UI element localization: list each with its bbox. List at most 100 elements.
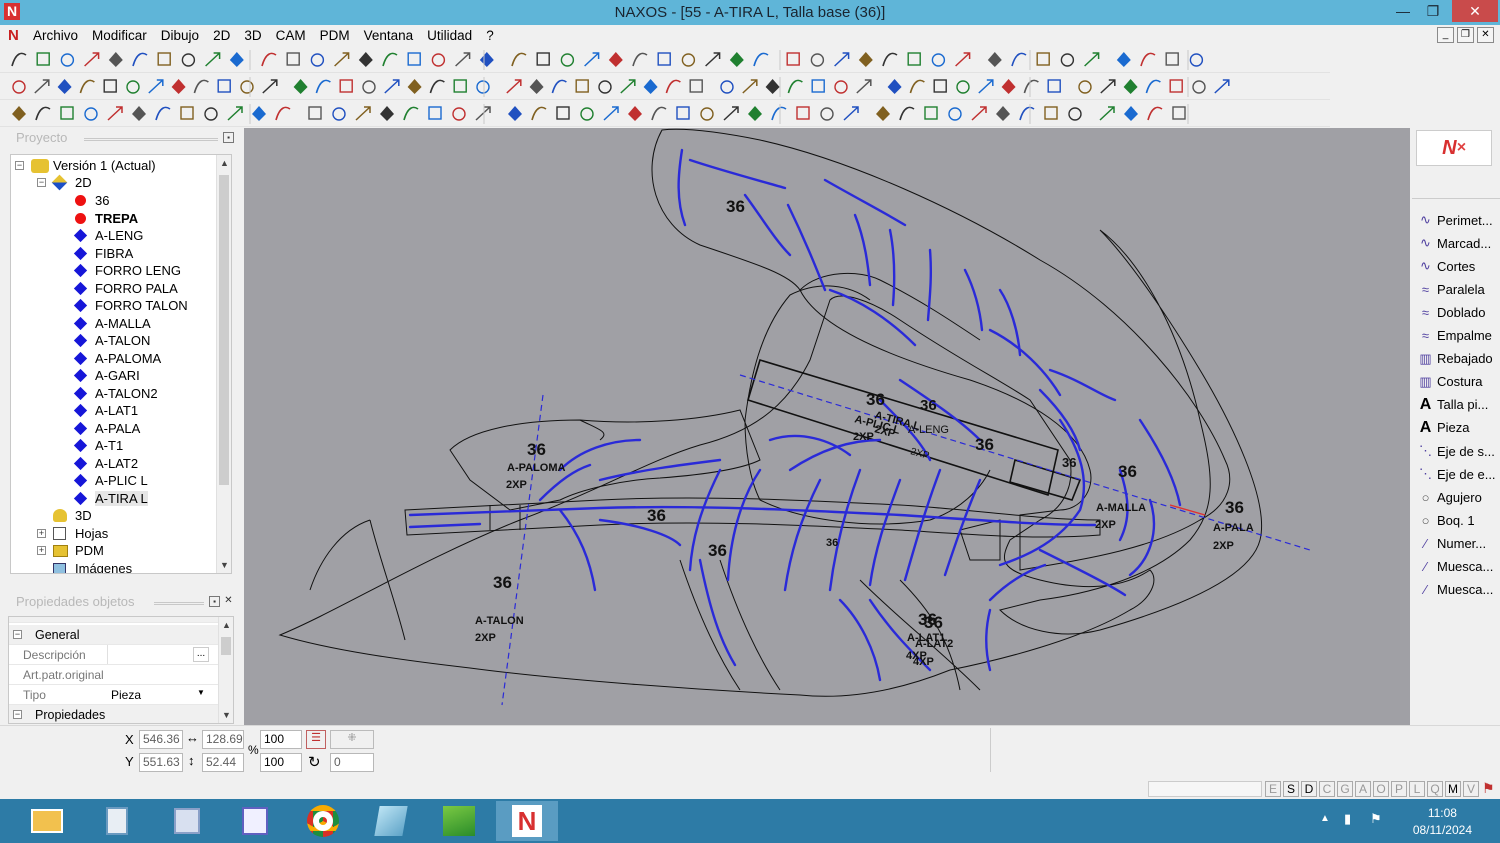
prop-descripcion[interactable]: Descripción ...: [9, 645, 219, 665]
status-toggle[interactable]: L: [1409, 781, 1425, 797]
toolbar-tool-icon[interactable]: [35, 106, 51, 121]
toolbar-tool-icon[interactable]: [108, 52, 123, 67]
toolbar-tool-icon[interactable]: [729, 52, 744, 67]
toolbar-tool-icon[interactable]: [455, 52, 471, 67]
toolbar-tool-icon[interactable]: [529, 79, 544, 94]
menu-item-modificar[interactable]: Modificar: [85, 28, 154, 43]
toolbar-tool-icon[interactable]: [84, 52, 100, 67]
toolbar-tool-icon[interactable]: [204, 107, 218, 121]
toolbar-tool-icon[interactable]: [1124, 106, 1138, 121]
toolbar-tool-icon[interactable]: [382, 52, 398, 67]
toolbar-tool-icon[interactable]: [1140, 52, 1156, 67]
status-toggle[interactable]: E: [1265, 781, 1281, 797]
toolbar-tool-icon[interactable]: [475, 106, 491, 121]
toolbar-tool-icon[interactable]: [955, 52, 971, 67]
layer-item[interactable]: A-LAT1: [73, 402, 138, 419]
toolbar-tool-icon[interactable]: [536, 52, 550, 66]
collapse-icon[interactable]: −: [15, 161, 24, 170]
toolbar-tool-icon[interactable]: [181, 53, 196, 67]
scroll-up-icon[interactable]: ▲: [222, 620, 231, 630]
toolbar-tool-icon[interactable]: [155, 106, 171, 121]
toolbar-tool-icon[interactable]: [1145, 79, 1161, 94]
toolbar-tool-icon[interactable]: [132, 52, 148, 67]
toolbar-tool-icon[interactable]: [57, 79, 72, 94]
toolbar-tool-icon[interactable]: [476, 80, 490, 94]
toolbar-tool-icon[interactable]: [339, 79, 353, 93]
toolbar-tool-icon[interactable]: [315, 79, 331, 94]
toolbar-tool-icon[interactable]: [720, 80, 734, 94]
toolbar-tool-icon[interactable]: [971, 106, 987, 121]
toolbar-tool-icon[interactable]: [240, 80, 254, 94]
toolbar-tool-icon[interactable]: [956, 80, 970, 94]
status-toggle[interactable]: G: [1337, 781, 1353, 797]
drawing-canvas[interactable]: 36 36 36 36 36 36 36 36 36 36 36 36 36 3…: [244, 128, 1410, 725]
tipo-value[interactable]: Pieza: [111, 688, 141, 702]
toolbar-tool-icon[interactable]: [676, 106, 690, 120]
toolbar-tool-icon[interactable]: [252, 106, 266, 121]
toolbar-tool-icon[interactable]: [1044, 106, 1058, 120]
status-toggle[interactable]: Q: [1427, 781, 1443, 797]
scroll-down-icon[interactable]: ▼: [222, 710, 231, 720]
toolbar-tool-icon[interactable]: [681, 53, 696, 67]
toolbar-tool-icon[interactable]: [508, 106, 522, 121]
tree-root-version[interactable]: Versión 1 (Actual): [31, 157, 156, 174]
toolbar-tool-icon[interactable]: [308, 106, 322, 120]
menu-item-dibujo[interactable]: Dibujo: [154, 28, 206, 43]
ellipsis-button[interactable]: ...: [193, 647, 209, 662]
toolbar-tool-icon[interactable]: [36, 52, 50, 66]
toolbar-tool-icon[interactable]: [506, 79, 522, 94]
toolbar-tool-icon[interactable]: [608, 52, 623, 67]
tool-item[interactable]: A Pieza: [1416, 417, 1470, 439]
toolbar-tool-icon[interactable]: [1172, 106, 1186, 120]
toolbar-tool-icon[interactable]: [1147, 106, 1163, 121]
toolbar-tool-icon[interactable]: [796, 106, 810, 120]
status-toggle[interactable]: C: [1319, 781, 1335, 797]
tool-item[interactable]: ○ Boq. 1: [1416, 509, 1475, 531]
toolbar-tool-icon[interactable]: [771, 106, 787, 121]
toolbar-tool-icon[interactable]: [261, 52, 277, 67]
prop-tipo[interactable]: Tipo Pieza ▼: [9, 685, 219, 705]
close-button[interactable]: ✕: [1452, 0, 1498, 22]
grid-icon[interactable]: ⁜: [330, 730, 374, 749]
toolbar-tool-icon[interactable]: [1078, 80, 1092, 94]
tool-item[interactable]: ▥ Rebajado: [1416, 348, 1492, 370]
file-explorer-icon[interactable]: [16, 801, 78, 841]
pin-icon[interactable]: ▪: [223, 132, 234, 143]
signal-icon[interactable]: ▮: [1344, 811, 1351, 827]
toolbar-tool-icon[interactable]: [1011, 52, 1027, 67]
tool-item[interactable]: ∿ Perimet...: [1416, 209, 1493, 231]
layer-item[interactable]: A-PALOMA: [73, 350, 161, 367]
rotate-icon[interactable]: ↻: [308, 753, 321, 771]
layer-item[interactable]: FORRO TALON: [73, 297, 188, 314]
toolbar-tool-icon[interactable]: [1001, 79, 1016, 94]
menu-item-2d[interactable]: 2D: [206, 28, 237, 43]
status-toggle[interactable]: A: [1355, 781, 1371, 797]
menu-item-help[interactable]: ?: [479, 28, 501, 43]
toolbar-tool-icon[interactable]: [407, 52, 421, 66]
app-menu-icon[interactable]: N: [8, 27, 19, 44]
toolbar-tool-icon[interactable]: [403, 106, 419, 121]
toolbar-tool-icon[interactable]: [431, 53, 446, 67]
toolbar-tool-icon[interactable]: [723, 106, 739, 121]
layer-item[interactable]: FIBRA: [73, 245, 133, 262]
section-general[interactable]: − General: [9, 625, 219, 645]
toolbar-icons-1[interactable]: [0, 47, 1330, 73]
toolbar-tool-icon[interactable]: [453, 79, 467, 93]
layer-item[interactable]: TREPA: [75, 210, 138, 227]
toolbar-tool-icon[interactable]: [157, 52, 171, 66]
toolbar-tool-icon[interactable]: [700, 107, 714, 121]
toolbar-tool-icon[interactable]: [560, 53, 575, 67]
toolbar-tool-icon[interactable]: [643, 79, 658, 94]
toolbar-tool-icon[interactable]: [705, 52, 721, 67]
toolbar-tool-icon[interactable]: [834, 80, 848, 94]
tool-item[interactable]: ⋱ Eje de s...: [1416, 440, 1495, 462]
tree-scroll-thumb[interactable]: [219, 175, 229, 485]
tool-item[interactable]: ∿ Marcad...: [1416, 232, 1491, 254]
toolbar-tool-icon[interactable]: [1165, 52, 1179, 66]
tool-item[interactable]: ⋱ Eje de e...: [1416, 463, 1496, 485]
toolbar-tool-icon[interactable]: [428, 106, 442, 120]
layer-item[interactable]: 36: [75, 192, 109, 209]
toolbar-tool-icon[interactable]: [286, 52, 300, 66]
toolbar-tool-icon[interactable]: [1060, 53, 1075, 67]
tool-item[interactable]: ∿ Cortes: [1416, 255, 1475, 277]
